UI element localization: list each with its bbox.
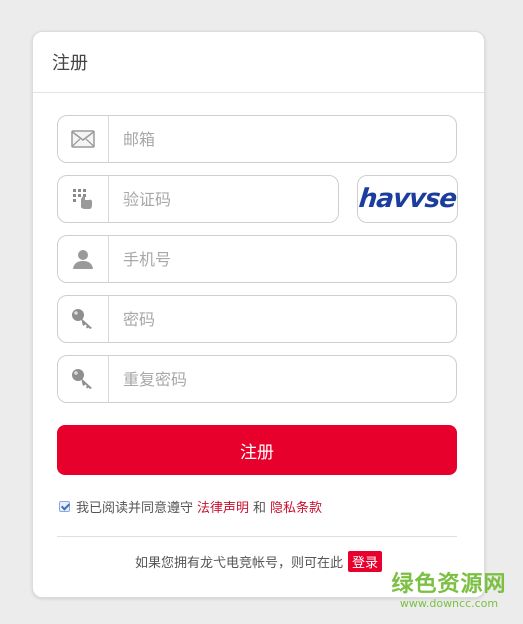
user-icon xyxy=(58,236,109,282)
card-header: 注册 xyxy=(33,32,484,93)
login-prompt: 如果您拥有龙弋电竞帐号，则可在此 登录 xyxy=(33,551,484,572)
agreement-and: 和 xyxy=(253,500,267,516)
register-button[interactable]: 注册 xyxy=(57,425,457,475)
register-card: 注册 havvse xyxy=(32,31,485,598)
site-watermark: 绿色资源网 www.downcc.com xyxy=(384,572,514,610)
mail-icon xyxy=(58,116,109,162)
captcha-input[interactable] xyxy=(109,176,338,222)
login-button[interactable]: 登录 xyxy=(348,551,383,572)
confirm-password-field[interactable] xyxy=(57,355,457,403)
phone-field[interactable] xyxy=(57,235,457,283)
keypad-icon xyxy=(58,176,109,222)
agreement-text: 我已阅读并同意遵守 xyxy=(76,500,194,516)
privacy-terms-link[interactable]: 隐私条款 xyxy=(270,497,322,516)
login-prompt-text: 如果您拥有龙弋电竞帐号，则可在此 xyxy=(134,556,343,571)
password-input[interactable] xyxy=(109,296,456,342)
captcha-field[interactable] xyxy=(57,175,339,223)
agree-checkbox[interactable] xyxy=(59,500,70,512)
captcha-image[interactable]: havvse xyxy=(357,175,458,223)
email-field[interactable] xyxy=(57,115,457,163)
legal-statement-link[interactable]: 法律声明 xyxy=(197,497,249,516)
divider xyxy=(57,536,457,537)
key-icon xyxy=(58,356,109,402)
password-field[interactable] xyxy=(57,295,457,343)
agreement-row: 我已阅读并同意遵守 法律声明 和 隐私条款 xyxy=(59,496,326,516)
watermark-title: 绿色资源网 xyxy=(391,572,507,597)
email-input[interactable] xyxy=(109,116,456,162)
watermark-url: www.downcc.com xyxy=(399,597,499,610)
captcha-text: havvse xyxy=(357,184,458,214)
confirm-password-input[interactable] xyxy=(109,356,456,402)
page-title: 注册 xyxy=(52,53,88,74)
phone-input[interactable] xyxy=(109,236,456,282)
key-icon xyxy=(58,296,109,342)
